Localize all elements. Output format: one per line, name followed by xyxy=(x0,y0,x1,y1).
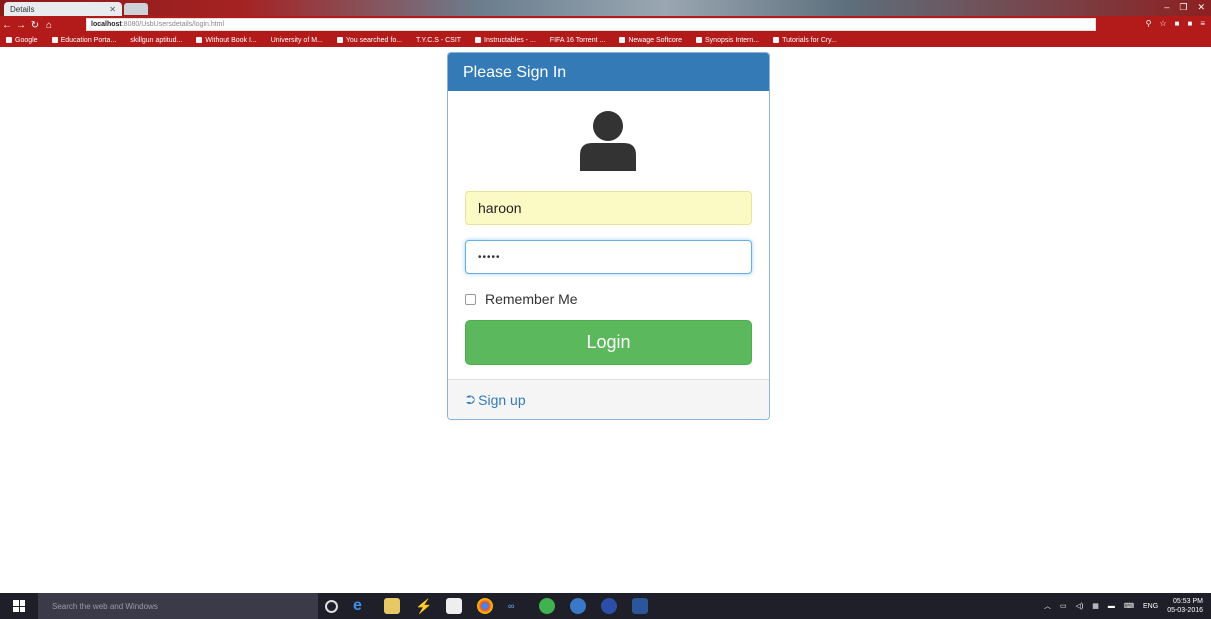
extension-icon[interactable]: ■ xyxy=(1187,19,1192,28)
notification-icon[interactable]: ▬ xyxy=(1108,603,1115,610)
clock-date: 05-03-2016 xyxy=(1167,607,1203,614)
bookmark-item[interactable]: T.Y.C.S - CSIT xyxy=(416,37,461,44)
panel-footer: ⮊ Sign up xyxy=(448,379,769,419)
browser-toolbar: ← → ↻ ⌂ localhost :8080/UsbUsersdetails/… xyxy=(0,16,1211,34)
system-tray: ︿ ▭ ◁) ▦ ▬ ⌨ ENG 05:53 PM 05-03-2016 xyxy=(1044,597,1203,615)
user-avatar-icon xyxy=(580,111,636,171)
tray-chevron-icon[interactable]: ︿ xyxy=(1044,601,1051,611)
bookmark-item[interactable]: You searched fo... xyxy=(336,37,402,44)
taskbar-apps: e ⚡ ∞ xyxy=(325,598,648,614)
url-host: localhost xyxy=(91,21,122,28)
store-icon[interactable] xyxy=(446,598,462,614)
forward-arrow-icon[interactable]: → xyxy=(14,20,28,31)
bookmark-favicon-icon xyxy=(773,37,780,43)
bookmark-item[interactable]: Synopsis Intern... xyxy=(696,37,759,44)
eclipse-icon[interactable] xyxy=(601,598,617,614)
extension-icon[interactable]: ■ xyxy=(1175,19,1180,28)
sign-up-link[interactable]: Sign up xyxy=(478,392,525,408)
battery-icon[interactable]: ▭ xyxy=(1060,602,1067,610)
network-icon[interactable]: ▦ xyxy=(1092,602,1099,610)
new-tab-button[interactable] xyxy=(124,3,148,15)
chrome-icon[interactable] xyxy=(477,598,493,614)
bookmark-favicon-icon xyxy=(51,37,58,43)
reload-icon[interactable]: ↻ xyxy=(28,20,42,31)
login-button[interactable]: Login xyxy=(465,320,752,365)
bookmark-favicon-icon xyxy=(696,37,703,43)
login-button-label: Login xyxy=(586,332,631,352)
username-value: haroon xyxy=(478,200,522,216)
taskbar-search[interactable]: Search the web and Windows xyxy=(38,593,318,619)
bookmark-star-icon[interactable]: ☆ xyxy=(1159,19,1166,28)
clock-time: 05:53 PM xyxy=(1173,598,1203,605)
keyboard-icon[interactable]: ⌨ xyxy=(1124,602,1134,610)
bookmark-item[interactable]: skillgun aptitud... xyxy=(130,37,182,44)
taskbar-clock[interactable]: 05:53 PM 05-03-2016 xyxy=(1167,597,1203,615)
url-path: :8080/UsbUsersdetails/login.html xyxy=(121,21,225,28)
sign-in-icon: ⮊ xyxy=(466,392,476,407)
start-button[interactable] xyxy=(0,593,38,619)
window-controls: – ❐ ✕ xyxy=(1164,2,1205,13)
close-window-icon[interactable]: ✕ xyxy=(1197,2,1205,13)
zoom-icon[interactable]: ⚲ xyxy=(1146,19,1152,28)
bookmark-item[interactable]: Without Book I... xyxy=(196,37,257,44)
menu-icon[interactable]: ≡ xyxy=(1200,19,1205,28)
maximize-icon[interactable]: ❐ xyxy=(1179,2,1187,13)
language-indicator[interactable]: ENG xyxy=(1143,603,1158,610)
bookmark-item[interactable]: Newage Softcore xyxy=(619,37,682,44)
lightning-app-icon[interactable]: ⚡ xyxy=(415,598,432,614)
word-icon[interactable] xyxy=(632,598,648,614)
remember-me-checkbox[interactable] xyxy=(465,293,476,305)
tab-title: Details xyxy=(10,4,35,14)
bookmark-item[interactable]: University of M... xyxy=(271,37,323,44)
browser-titlebar: Details ✕ – ❐ ✕ xyxy=(0,0,1211,16)
windows-taskbar: Search the web and Windows e ⚡ ∞ ︿ ▭ ◁) … xyxy=(0,593,1211,619)
home-icon[interactable]: ⌂ xyxy=(42,20,56,31)
bookmark-favicon-icon xyxy=(196,37,203,43)
windows-logo-icon xyxy=(13,600,25,612)
bookmark-item[interactable]: Tutorials for Cry... xyxy=(773,37,837,44)
password-value: ••••• xyxy=(478,251,501,263)
bookmark-item[interactable]: FIFA 16 Torrent ... xyxy=(550,37,606,44)
tab-close-icon[interactable]: ✕ xyxy=(109,5,116,14)
minimize-icon[interactable]: – xyxy=(1164,2,1169,13)
toolbar-extensions: ⚲ ☆ ■ ■ ≡ xyxy=(1146,19,1205,28)
address-bar[interactable]: localhost :8080/UsbUsersdetails/login.ht… xyxy=(86,18,1096,31)
page-title: Please Sign In xyxy=(463,64,567,81)
login-panel: Please Sign In haroon ••••• Remember Me … xyxy=(447,52,770,420)
bookmark-favicon-icon xyxy=(6,37,12,43)
screen: Details ✕ – ❐ ✕ ← → ↻ ⌂ localhost :8080/… xyxy=(0,0,1211,619)
bookmarks-bar: Google Education Porta... skillgun aptit… xyxy=(0,34,1211,47)
bookmark-favicon-icon xyxy=(336,37,343,43)
volume-icon[interactable]: ◁) xyxy=(1076,602,1084,610)
infinity-app-icon[interactable]: ∞ xyxy=(508,598,524,614)
back-arrow-icon[interactable]: ← xyxy=(0,20,14,31)
green-app-icon[interactable] xyxy=(539,598,555,614)
remember-me-label: Remember Me xyxy=(485,291,578,307)
task-view-icon[interactable] xyxy=(325,600,338,613)
taskbar-search-placeholder: Search the web and Windows xyxy=(52,601,158,611)
bookmark-item[interactable]: Google xyxy=(6,37,38,44)
file-explorer-icon[interactable] xyxy=(384,598,400,614)
password-input[interactable]: ••••• xyxy=(465,240,752,274)
username-input[interactable]: haroon xyxy=(465,191,752,225)
remember-me[interactable]: Remember Me xyxy=(465,291,578,307)
edge-browser-icon[interactable]: e xyxy=(353,598,369,614)
bookmark-item[interactable]: Instructables - ... xyxy=(475,37,536,44)
browser-tab[interactable]: Details ✕ xyxy=(4,2,122,16)
bookmark-favicon-icon xyxy=(619,37,626,43)
bookmark-favicon-icon xyxy=(475,37,482,43)
panel-heading: Please Sign In xyxy=(448,53,769,91)
bookmark-item[interactable]: Education Porta... xyxy=(51,37,116,44)
blue-app-icon[interactable] xyxy=(570,598,586,614)
